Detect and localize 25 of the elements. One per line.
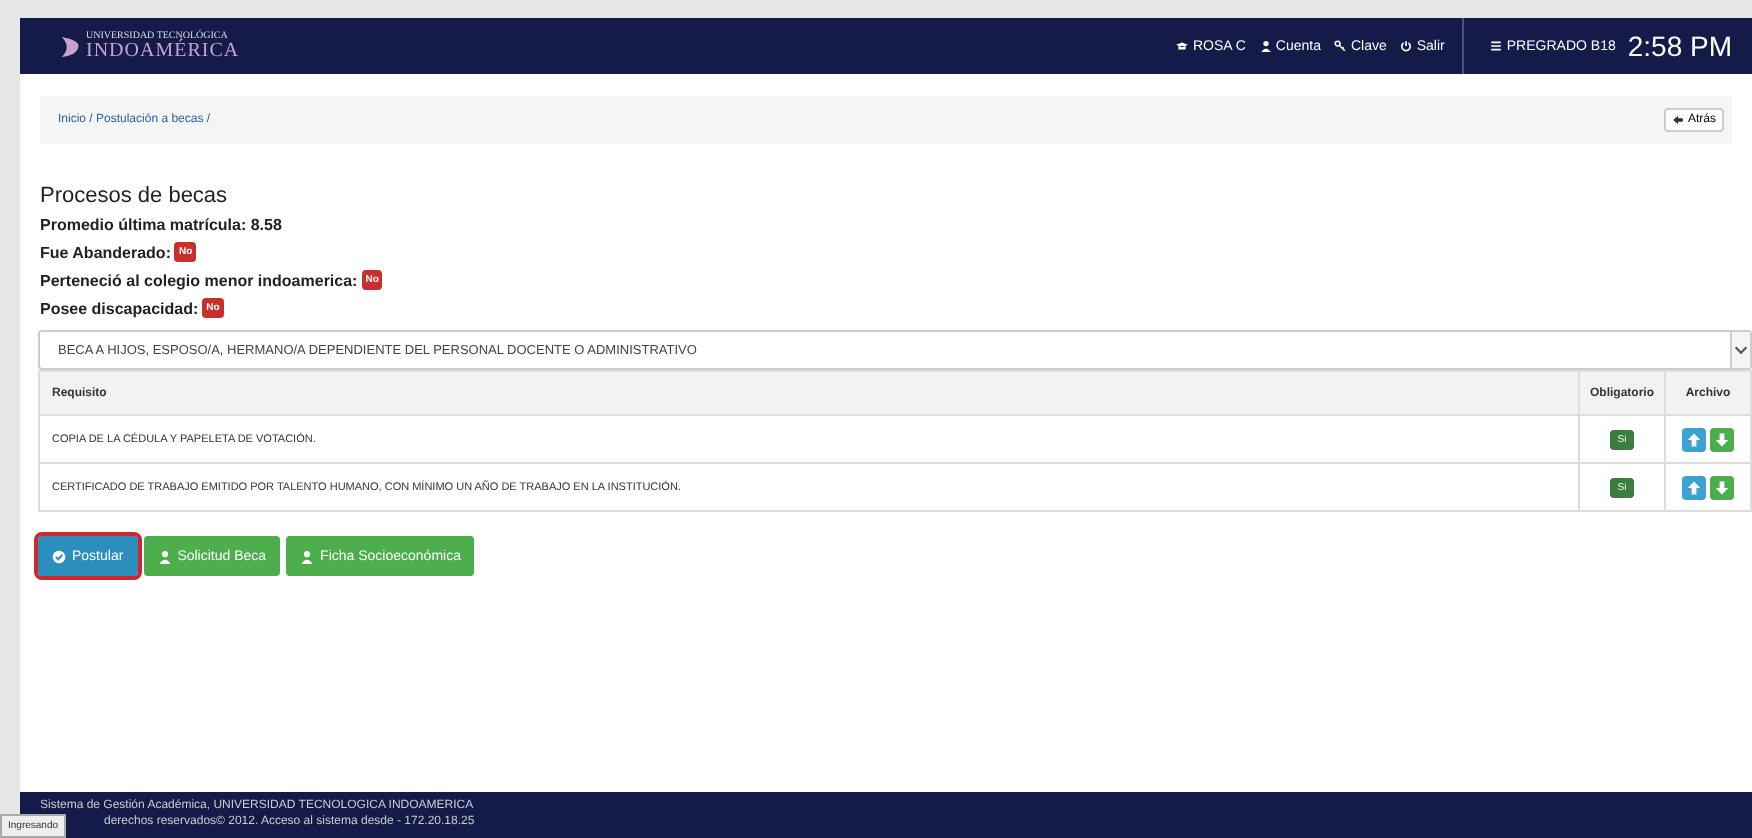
- user-hat-icon: [1176, 40, 1189, 52]
- check-circle-icon: [52, 549, 66, 563]
- logo-name: INDOAMÉRICA: [86, 41, 240, 61]
- logo-mark-icon: [60, 33, 80, 59]
- clock-time: 2:58 PM: [1627, 30, 1732, 62]
- section-title: Procesos de becas: [40, 184, 230, 210]
- field-label: Promedio última matrícula: 8.58: [40, 215, 282, 233]
- menu-icon: [1490, 40, 1503, 52]
- user-icon: [1259, 40, 1272, 52]
- down-arrow-icon: [1714, 479, 1730, 495]
- up-arrow-icon: [1686, 431, 1702, 447]
- upload-button[interactable]: [1682, 427, 1706, 451]
- power-icon: [1400, 40, 1413, 52]
- upload-button[interactable]: [1682, 475, 1706, 499]
- user-icon: [300, 549, 315, 563]
- download-button[interactable]: [1710, 475, 1734, 499]
- field-label: Perteneció al colegio menor indoamerica:: [40, 271, 358, 289]
- user-icon: [157, 549, 172, 563]
- back-arrow-icon: [1671, 114, 1684, 126]
- field-label: Fue Abanderado:: [40, 243, 171, 261]
- up-arrow-icon: [1686, 479, 1702, 495]
- key-icon: [1334, 40, 1347, 52]
- download-button[interactable]: [1710, 427, 1734, 451]
- field-label: Posee discapacidad:: [40, 299, 199, 317]
- down-arrow-icon: [1714, 431, 1730, 447]
